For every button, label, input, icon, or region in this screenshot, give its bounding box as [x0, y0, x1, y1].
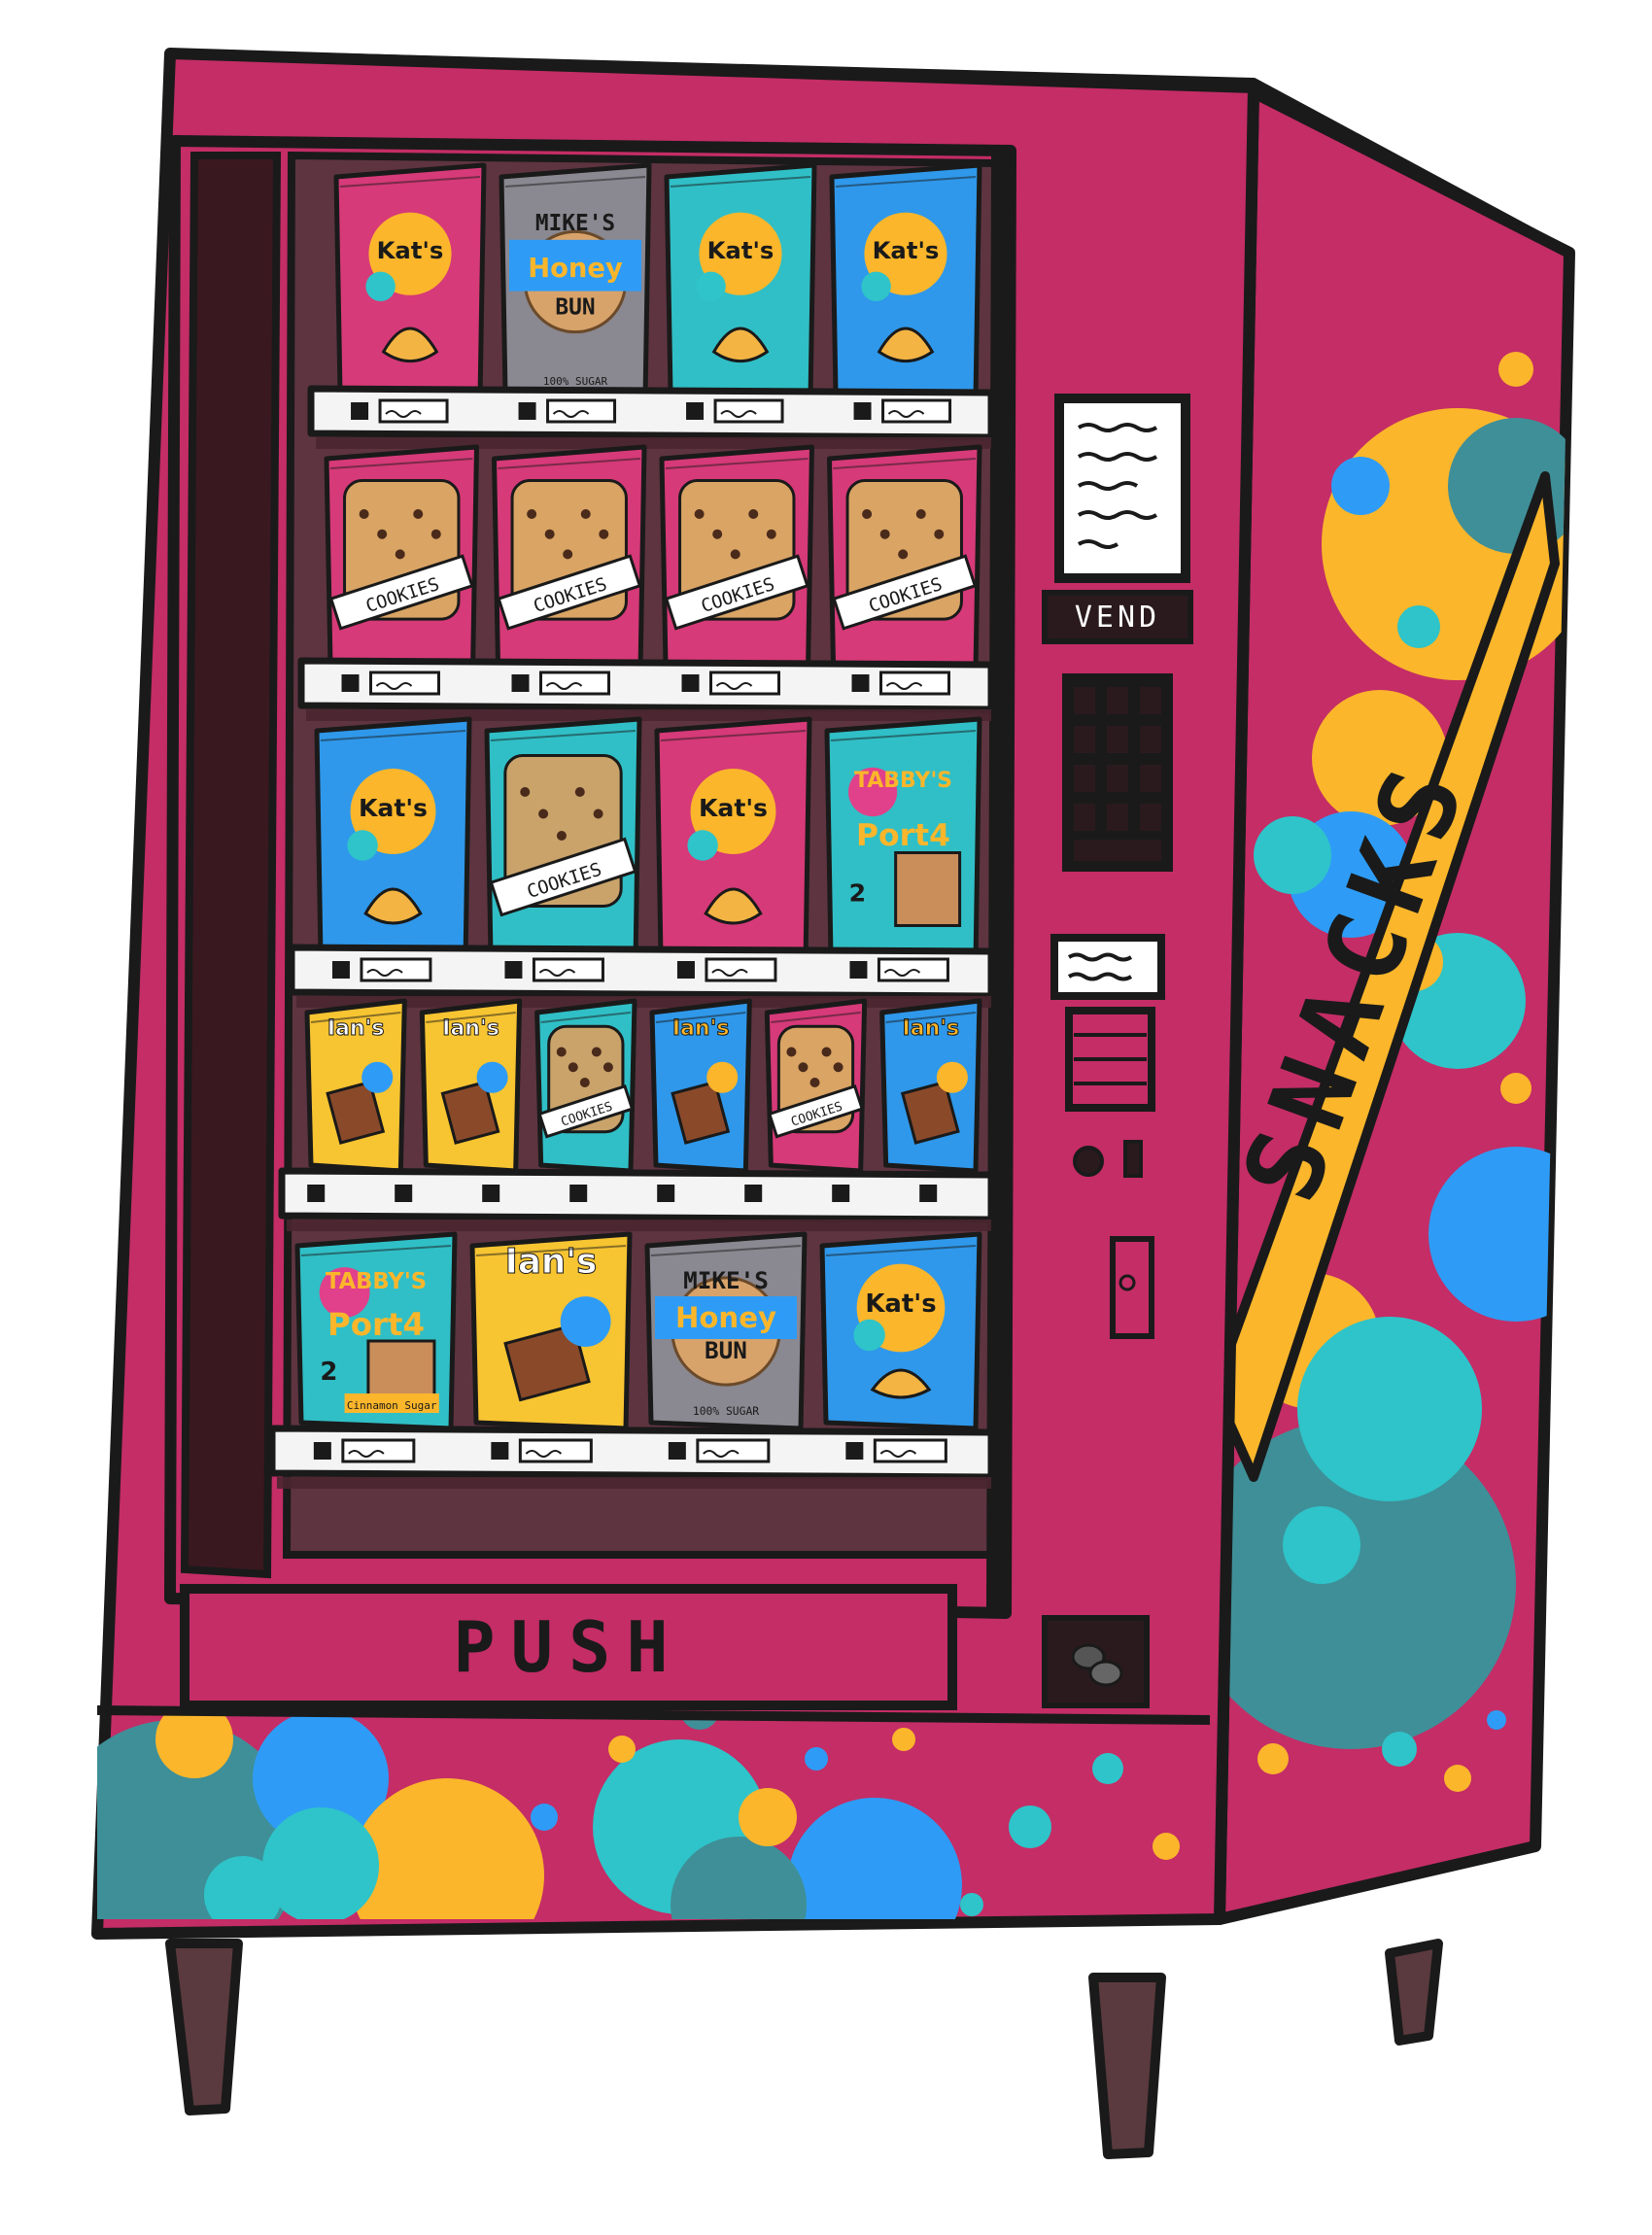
brand-label: TABBY'S [854, 769, 952, 793]
product-mikes: MIKE'S Honey BUN 100% SUGAR [499, 162, 652, 401]
shelf-price-rail [268, 1425, 995, 1489]
selection-button[interactable] [341, 674, 360, 692]
brand-label: Honey [675, 1301, 776, 1334]
selection-button[interactable] [518, 402, 536, 420]
product-mikes: MIKE'S HoneyBUN 100% SUGAR [644, 1231, 808, 1431]
keypad-key[interactable] [1103, 722, 1132, 757]
keypad-key[interactable] [1070, 722, 1099, 757]
product-kats: Kat's [819, 1231, 982, 1431]
selection-button[interactable] [657, 1185, 675, 1202]
product-kats: Kat's [829, 162, 982, 401]
selection-button[interactable] [676, 961, 695, 979]
selection-button[interactable] [504, 961, 523, 979]
push-label: PUSH [453, 1606, 683, 1688]
keypad-key[interactable] [1070, 836, 1165, 865]
flavor-label: Cinnamon Sugar [347, 1399, 437, 1412]
selection-button[interactable] [853, 402, 872, 420]
product-ians: Ian's [469, 1231, 633, 1431]
brand-label: Kat's [873, 236, 940, 264]
brand-label: BUN [705, 1336, 747, 1364]
product-tabbys: TABBY'S Port4 2 [824, 716, 982, 965]
coin-return-button[interactable] [1073, 1146, 1104, 1177]
selection-button[interactable] [849, 961, 868, 979]
selection-button[interactable] [395, 1185, 413, 1202]
keypad-key[interactable] [1070, 800, 1099, 835]
keypad-key[interactable] [1070, 683, 1099, 718]
product-kats: Kat's [664, 162, 817, 401]
brand-label: Kat's [699, 794, 768, 822]
selection-button[interactable] [681, 674, 700, 692]
selection-button[interactable] [351, 402, 369, 420]
selection-button[interactable] [851, 674, 870, 692]
vend-label: VEND [1075, 601, 1160, 635]
keypad-key[interactable] [1103, 800, 1132, 835]
selection-button[interactable] [511, 674, 530, 692]
shelf-price-rail [288, 944, 995, 1008]
keypad-key[interactable] [1136, 761, 1165, 796]
brand-label: BUN [555, 295, 595, 321]
sub-label: 100% SUGAR [543, 375, 608, 388]
shelf-price-rail [278, 1167, 995, 1231]
keypad-key[interactable] [1103, 761, 1132, 796]
product-ians: Ian's [419, 998, 523, 1174]
product-cookies: COOKIES [534, 998, 637, 1174]
brand-label: MIKE'S [535, 211, 615, 236]
brand-label: Kat's [865, 1289, 936, 1319]
selection-button[interactable] [686, 402, 705, 420]
product-kats: Kat's [314, 716, 472, 965]
selection-button[interactable] [832, 1185, 850, 1202]
selection-button[interactable] [491, 1442, 509, 1460]
brand-label: MIKE'S [683, 1266, 769, 1294]
machine-legs [165, 1939, 1443, 2159]
brand-label: Kat's [707, 236, 774, 264]
brand-label: Port4 [327, 1306, 425, 1343]
product-kats: Kat's [333, 162, 487, 401]
brand-label: TABBY'S [326, 1269, 427, 1294]
keypad [1062, 673, 1173, 872]
brand-label: Honey [528, 254, 623, 284]
product-ians: Ian's [649, 998, 752, 1174]
keypad-key[interactable] [1136, 683, 1165, 718]
product-cookies: COOKIES [764, 998, 868, 1174]
selection-button[interactable] [313, 1442, 331, 1460]
product-cookies: COOKIES [324, 444, 479, 673]
selection-button[interactable] [919, 1185, 938, 1202]
selection-button[interactable] [307, 1185, 326, 1202]
product-ians: Ian's [304, 998, 407, 1174]
shelf-price-rail [307, 385, 995, 449]
keypad-key[interactable] [1136, 722, 1165, 757]
brand-label: Kat's [377, 236, 444, 264]
selection-button[interactable] [331, 961, 350, 979]
brand-label: Kat's [359, 794, 428, 822]
brand-label: Port4 [856, 818, 950, 853]
product-ians: Ian's [879, 998, 982, 1174]
selection-button[interactable] [482, 1185, 500, 1202]
count-label: 2 [320, 1358, 337, 1387]
keypad-key[interactable] [1103, 683, 1132, 718]
shelf-price-rail [297, 657, 995, 721]
keypad-key[interactable] [1136, 800, 1165, 835]
sub-label: 100% SUGAR [693, 1404, 759, 1418]
product-cookies: COOKIES [484, 716, 642, 965]
coin-slot[interactable] [1123, 1140, 1143, 1178]
selection-button[interactable] [569, 1185, 588, 1202]
keypad-key[interactable] [1070, 761, 1099, 796]
selection-button[interactable] [744, 1185, 763, 1202]
product-kats: Kat's [654, 716, 812, 965]
product-cookies: COOKIES [492, 444, 647, 673]
product-tabbys: TABBY'S Port4 2 Cinnamon Sugar [294, 1231, 458, 1431]
product-cookies: COOKIES [827, 444, 982, 673]
selection-button[interactable] [668, 1442, 686, 1460]
selection-button[interactable] [845, 1442, 864, 1460]
bill-label [1050, 934, 1165, 1000]
product-cookies: COOKIES [659, 444, 814, 673]
vending-machine-scene: SNACKS PUSH VEND Kat'sMIKE'SHoneyBUN100%… [91, 48, 1575, 2159]
count-label: 2 [849, 879, 866, 908]
